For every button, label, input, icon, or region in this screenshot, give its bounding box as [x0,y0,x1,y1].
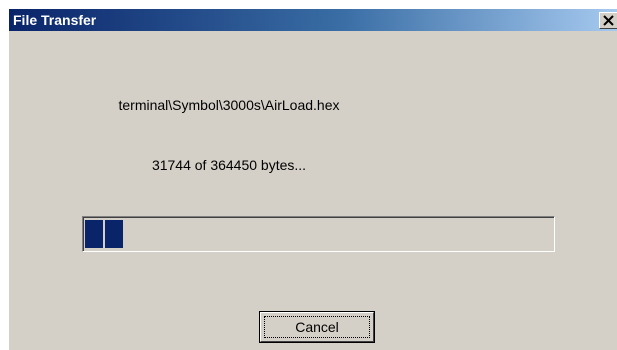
close-button[interactable] [599,12,617,29]
close-icon [603,15,614,26]
file-transfer-dialog: File Transfer terminal\Symbol\3000s\AirL… [8,8,617,350]
progress-track [83,217,554,251]
progress-fill [85,220,126,248]
transfer-status: 31744 of 364450 bytes... [151,157,307,173]
progress-chunk [105,220,123,248]
progress-bar [82,216,555,252]
title-bar[interactable]: File Transfer [9,9,617,31]
cancel-button-label: Cancel [295,319,339,335]
cancel-button[interactable]: Cancel [259,311,375,343]
window-title: File Transfer [13,12,97,28]
progress-chunk [85,220,103,248]
transfer-filename: terminal\Symbol\3000s\AirLoad.hex [118,97,340,113]
